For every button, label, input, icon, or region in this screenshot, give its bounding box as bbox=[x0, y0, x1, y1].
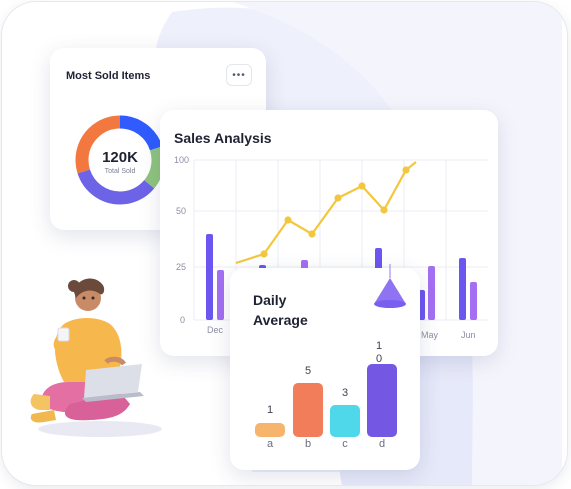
sales-bar bbox=[470, 282, 477, 320]
trend-point bbox=[284, 216, 292, 224]
y-tick: 25 bbox=[176, 262, 187, 272]
trend-point bbox=[308, 230, 316, 238]
sales-trend-line bbox=[235, 161, 417, 265]
total-value: 120K bbox=[102, 149, 138, 166]
trend-point bbox=[402, 166, 410, 174]
y-tick: 50 bbox=[176, 206, 187, 216]
y-tick: 100 bbox=[174, 155, 190, 165]
sales-bar bbox=[428, 266, 435, 320]
sales-bar bbox=[206, 234, 213, 320]
sales-bar bbox=[217, 270, 224, 320]
daily-label-d: d bbox=[378, 438, 386, 450]
x-tick: Jun bbox=[461, 330, 476, 340]
daily-label-a: a bbox=[266, 438, 274, 450]
trend-point bbox=[358, 182, 366, 190]
y-tick: 0 bbox=[180, 315, 186, 325]
daily-label-b: b bbox=[304, 438, 312, 450]
daily-bar-d bbox=[367, 364, 397, 437]
daily-value-b: 5 bbox=[304, 365, 312, 377]
trend-point bbox=[334, 194, 342, 202]
daily-bar-b bbox=[293, 383, 323, 437]
trend-point bbox=[380, 206, 388, 214]
most-sold-title: Most Sold Items bbox=[66, 70, 151, 82]
daily-value-d: 10 bbox=[375, 340, 383, 365]
daily-label-c: c bbox=[342, 438, 348, 450]
daily-bar-c bbox=[330, 405, 360, 437]
daily-average-card: Daily Average 1 5 3 10 a b c d bbox=[230, 264, 420, 470]
total-label: Total Sold bbox=[104, 168, 136, 175]
trend-point bbox=[260, 250, 268, 258]
sales-bar bbox=[459, 258, 466, 320]
x-tick: Dec bbox=[207, 325, 224, 335]
daily-value-a: 1 bbox=[266, 404, 274, 416]
daily-bar-a bbox=[255, 423, 285, 437]
x-tick: May bbox=[421, 330, 439, 340]
daily-value-c: 3 bbox=[341, 387, 349, 399]
person-with-laptop-illustration bbox=[30, 278, 162, 437]
hero-illustration: Most Sold Items ••• 120K Total Sold Sale… bbox=[2, 2, 567, 485]
more-horizontal-icon[interactable]: ••• bbox=[226, 64, 252, 86]
